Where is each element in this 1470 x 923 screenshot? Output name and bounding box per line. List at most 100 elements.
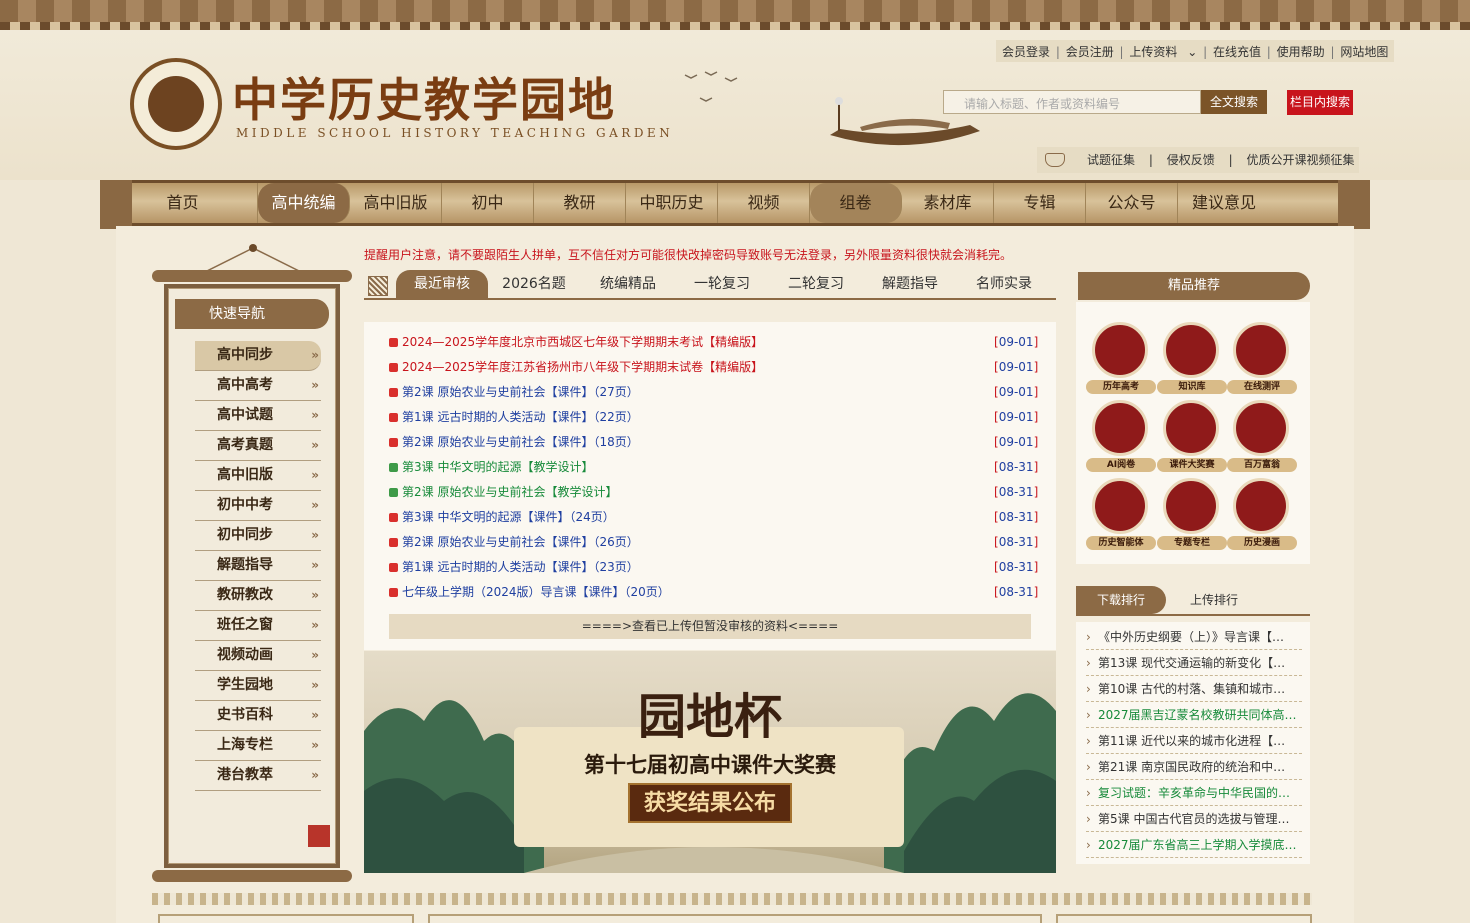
bullet-icon <box>389 563 398 572</box>
ranking-item[interactable]: › 《中外历史纲要（上）》导言课【… <box>1086 624 1302 650</box>
nav-high-old[interactable]: 高中旧版 <box>350 183 442 223</box>
video-collect-link[interactable]: 优质公开课视频征集 <box>1246 153 1354 167</box>
quick-nav-item[interactable]: 港台教萃» <box>195 761 321 791</box>
recharge-link[interactable]: 在线充值 <box>1213 45 1261 59</box>
ranking-item[interactable]: › 第11课 近代以来的城市化进程【… <box>1086 728 1302 754</box>
nav-video[interactable]: 视频 <box>718 183 810 223</box>
tab-upload-ranking[interactable]: 上传排行 <box>1176 586 1252 614</box>
login-link[interactable]: 会员登录 <box>1002 45 1050 59</box>
results-announcement-button[interactable]: 获奖结果公布 <box>628 783 792 823</box>
quick-nav-item[interactable]: 学生园地» <box>195 671 321 701</box>
list-item[interactable]: 第2课 原始农业与史前社会【教学设计】 <box>389 480 617 505</box>
nav-suggestions[interactable]: 建议意见 <box>1178 183 1270 223</box>
double-chevron-right-icon: » <box>311 528 319 542</box>
rec-item-millionaire[interactable]: 百万富翁 <box>1227 400 1297 474</box>
decorative-bottom-band <box>152 893 1312 905</box>
tab-2026-questions[interactable]: 2026名题 <box>494 270 574 298</box>
list-item[interactable]: 第2课 原始农业与史前社会【课件】（26页） <box>389 530 639 555</box>
rec-item-topic-column[interactable]: 专题专栏 <box>1157 478 1227 552</box>
quick-nav-item[interactable]: 视频动画» <box>195 641 321 671</box>
list-item[interactable]: 2024—2025学年度北京市西城区七年级下学期期末考试【精编版】 <box>389 330 763 355</box>
bullet-icon <box>389 438 398 447</box>
nav-home[interactable]: 首页 <box>108 183 258 223</box>
nav-materials[interactable]: 素材库 <box>902 183 994 223</box>
quick-nav-item[interactable]: 史书百科» <box>195 701 321 731</box>
site-title[interactable]: 中学历史教学园地 <box>232 64 616 130</box>
nav-junior[interactable]: 初中 <box>442 183 534 223</box>
quick-nav-item[interactable]: 高中高考» <box>195 371 321 401</box>
nav-research[interactable]: 教研 <box>534 183 626 223</box>
tab-teacher-records[interactable]: 名师实录 <box>964 270 1044 298</box>
main-nav: 首页 高中统编 高中旧版 初中 教研 中职历史 视频 组卷 素材库 专辑 公众号… <box>100 180 1370 229</box>
quick-nav-item[interactable]: 高中试题» <box>195 401 321 431</box>
list-item[interactable]: 第2课 原始农业与史前社会【课件】（18页） <box>389 430 639 455</box>
list-item-date: [08-31] <box>994 585 1039 599</box>
list-item[interactable]: 第3课 中华文明的起源【课件】（24页） <box>389 505 615 530</box>
list-item-date: [08-31] <box>994 560 1039 574</box>
list-item[interactable]: 第3课 中华文明的起源【教学设计】 <box>389 455 593 480</box>
site-logo-seal[interactable] <box>130 58 222 150</box>
quick-nav-item[interactable]: 初中中考» <box>195 491 321 521</box>
list-item-date: [08-31] <box>994 535 1039 549</box>
rec-item-ai-grading[interactable]: AI阅卷 <box>1086 400 1156 474</box>
tab-recent-review[interactable]: 最近审核 <box>396 270 488 298</box>
list-item[interactable]: 第1课 远古时期的人类活动【课件】（23页） <box>389 555 639 580</box>
nav-high-unified[interactable]: 高中统编 <box>258 183 350 223</box>
nav-right-cap <box>1338 180 1370 229</box>
register-link[interactable]: 会员注册 <box>1066 45 1114 59</box>
user-notice: 提醒用户注意，请不要跟陌生人拼单，互不信任对方可能很快改掉密码导致账号无法登录，… <box>364 248 1013 262</box>
tab-unified-premium[interactable]: 统编精品 <box>588 270 668 298</box>
pending-review-link[interactable]: ====>查看已上传但暂没审核的资料<==== <box>389 614 1031 639</box>
quick-nav-item[interactable]: 高中同步» <box>195 341 321 371</box>
list-item[interactable]: 2024—2025学年度江苏省扬州市八年级下学期期末试卷【精编版】 <box>389 355 763 380</box>
quick-nav-item[interactable]: 班任之窗» <box>195 611 321 641</box>
tab-solving-guide[interactable]: 解题指导 <box>870 270 950 298</box>
tab-second-review[interactable]: 二轮复习 <box>776 270 856 298</box>
help-link[interactable]: 使用帮助 <box>1277 45 1325 59</box>
infringement-feedback-link[interactable]: 侵权反馈 <box>1167 153 1215 167</box>
quick-nav-item[interactable]: 初中同步» <box>195 521 321 551</box>
list-item[interactable]: 第2课 原始农业与史前社会【课件】（27页） <box>389 380 639 405</box>
ranking-item[interactable]: › 2027届黑吉辽蒙名校教研共同体高… <box>1086 702 1302 728</box>
nav-wechat[interactable]: 公众号 <box>1086 183 1178 223</box>
quick-nav-item[interactable]: 教研教改» <box>195 581 321 611</box>
nav-albums[interactable]: 专辑 <box>994 183 1086 223</box>
contest-banner[interactable]: 园地杯 第十七届初高中课件大奖赛 获奖结果公布 <box>364 651 1056 873</box>
rec-item-past-exams[interactable]: 历年高考 <box>1086 322 1156 396</box>
upload-link[interactable]: 上传资料 <box>1129 45 1177 59</box>
fulltext-search-button[interactable]: 全文搜索 <box>1201 90 1267 114</box>
rec-item-history-comics[interactable]: 历史漫画 <box>1227 478 1297 552</box>
rec-item-courseware-contest[interactable]: 课件大奖赛 <box>1157 400 1227 474</box>
quick-nav-item[interactable]: 高中旧版» <box>195 461 321 491</box>
quick-nav-item[interactable]: 高考真题» <box>195 431 321 461</box>
double-chevron-right-icon: » <box>311 468 319 482</box>
ranking-item[interactable]: › 第10课 古代的村落、集镇和城市… <box>1086 676 1302 702</box>
double-chevron-right-icon: » <box>311 678 319 692</box>
rec-item-knowledge-base[interactable]: 知识库 <box>1157 322 1227 396</box>
quick-nav-panel: 快速导航 高中同步» 高中高考» 高中试题» 高考真题» 高中旧版» 初中中考»… <box>168 288 336 864</box>
ranking-item[interactable]: › 2027届广东省高三上学期入学摸底… <box>1086 832 1302 858</box>
quick-nav-item[interactable]: 解题指导» <box>195 551 321 581</box>
sitemap-link[interactable]: 网站地图 <box>1340 45 1388 59</box>
double-chevron-right-icon: » <box>311 558 319 572</box>
ranking-item[interactable]: › 第21课 南京国民政府的统治和中… <box>1086 754 1302 780</box>
chevron-down-icon[interactable]: ⌄ <box>1187 45 1197 59</box>
list-item[interactable]: 七年级上学期（2024版）导言课【课件】（20页） <box>389 580 670 605</box>
pattern-icon <box>368 276 388 296</box>
rec-item-history-agent[interactable]: 历史智能体 <box>1086 478 1156 552</box>
ranking-item[interactable]: › 第5课 中国古代官员的选拔与管理… <box>1086 806 1302 832</box>
tab-first-review[interactable]: 一轮复习 <box>682 270 762 298</box>
search-input[interactable]: 请输入标题、作者或资料编号 <box>943 90 1201 114</box>
nav-paper-builder[interactable]: 组卷 <box>810 183 902 223</box>
double-chevron-right-icon: » <box>311 588 319 602</box>
double-chevron-right-icon: » <box>311 408 319 422</box>
question-collect-link[interactable]: 试题征集 <box>1087 153 1135 167</box>
nav-vocational[interactable]: 中职历史 <box>626 183 718 223</box>
list-item[interactable]: 第1课 远古时期的人类活动【课件】（22页） <box>389 405 639 430</box>
column-search-button[interactable]: 栏目内搜索 <box>1287 90 1353 115</box>
quick-nav-item[interactable]: 上海专栏» <box>195 731 321 761</box>
ranking-item[interactable]: › 复习试题：辛亥革命与中华民国的… <box>1086 780 1302 806</box>
ranking-item[interactable]: › 第13课 现代交通运输的新变化【… <box>1086 650 1302 676</box>
rec-item-online-test[interactable]: 在线测评 <box>1227 322 1297 396</box>
tab-download-ranking[interactable]: 下载排行 <box>1076 586 1166 614</box>
